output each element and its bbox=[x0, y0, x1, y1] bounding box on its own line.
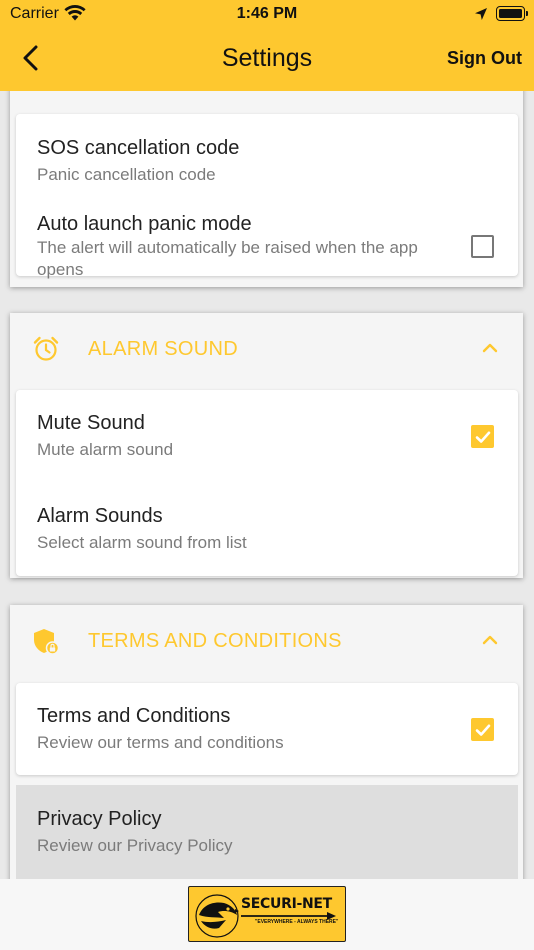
app-header: Carrier 1:46 PM Settings Sign Out bbox=[0, 0, 534, 91]
alarm-sound-header[interactable]: ALARM SOUND bbox=[10, 313, 523, 385]
auto-launch-checkbox[interactable] bbox=[471, 235, 494, 258]
chevron-up-icon[interactable] bbox=[481, 631, 499, 649]
list-item-privacy-policy[interactable]: Privacy Policy Review our Privacy Policy bbox=[16, 785, 518, 879]
panic-card: SOS cancellation code Panic cancellation… bbox=[16, 114, 518, 279]
item-title: Privacy Policy bbox=[37, 808, 162, 830]
section-title: ALARM SOUND bbox=[88, 338, 238, 360]
location-arrow-icon bbox=[475, 8, 487, 20]
checkmark-icon bbox=[475, 431, 490, 443]
footer: SECURI-NET "EVERYWHERE - ALWAYS THERE" bbox=[0, 879, 534, 950]
item-title: Mute Sound bbox=[37, 412, 145, 434]
settings-list[interactable]: SOS cancellation code Panic cancellation… bbox=[0, 91, 534, 879]
section-title: TERMS AND CONDITIONS bbox=[88, 630, 342, 652]
panic-panel: SOS cancellation code Panic cancellation… bbox=[10, 91, 523, 287]
alarm-sound-card: Mute Sound Mute alarm sound Alarm Sounds… bbox=[16, 390, 518, 576]
item-title: Auto launch panic mode bbox=[37, 213, 252, 235]
list-item-alarm-sounds[interactable]: Alarm Sounds Select alarm sound from lis… bbox=[16, 484, 518, 576]
checkmark-icon bbox=[475, 724, 490, 736]
alarm-clock-icon bbox=[33, 336, 59, 361]
logo-tagline: "EVERYWHERE - ALWAYS THERE" bbox=[255, 919, 339, 925]
list-item-mute-sound[interactable]: Mute Sound Mute alarm sound bbox=[16, 390, 518, 482]
item-subtitle: Select alarm sound from list bbox=[37, 533, 247, 552]
list-item-auto-launch[interactable]: Auto launch panic mode The alert will au… bbox=[16, 200, 518, 279]
shield-lock-icon bbox=[34, 629, 60, 655]
item-title: Alarm Sounds bbox=[37, 505, 163, 527]
chevron-up-icon[interactable] bbox=[481, 339, 499, 357]
item-title: Terms and Conditions bbox=[37, 705, 231, 727]
item-subtitle: The alert will automatically be raised w… bbox=[37, 238, 418, 279]
item-subtitle: Panic cancellation code bbox=[37, 165, 216, 184]
alarm-sound-panel: ALARM SOUND Mute Sound Mute alarm sound … bbox=[10, 313, 523, 578]
status-bar: Carrier 1:46 PM bbox=[0, 0, 534, 30]
terms-header[interactable]: TERMS AND CONDITIONS bbox=[10, 605, 523, 677]
item-subtitle: Mute alarm sound bbox=[37, 440, 174, 459]
item-subtitle: Review our Privacy Policy bbox=[37, 836, 233, 855]
terms-card: Terms and Conditions Review our terms an… bbox=[16, 683, 518, 775]
status-time: 1:46 PM bbox=[236, 5, 298, 22]
securi-net-logo: SECURI-NET "EVERYWHERE - ALWAYS THERE" bbox=[188, 886, 346, 942]
logo-text: SECURI-NET bbox=[241, 896, 332, 912]
battery-icon bbox=[496, 6, 528, 21]
mute-sound-checkbox[interactable] bbox=[471, 425, 494, 448]
eagle-icon bbox=[195, 894, 239, 938]
list-item-terms[interactable]: Terms and Conditions Review our terms an… bbox=[16, 683, 518, 775]
item-title: SOS cancellation code bbox=[37, 137, 240, 159]
item-subtitle: Review our terms and conditions bbox=[37, 733, 284, 752]
sign-out-button[interactable]: Sign Out bbox=[447, 48, 522, 69]
terms-checkbox[interactable] bbox=[471, 718, 494, 741]
list-item-sos-code[interactable]: SOS cancellation code Panic cancellation… bbox=[16, 114, 518, 190]
